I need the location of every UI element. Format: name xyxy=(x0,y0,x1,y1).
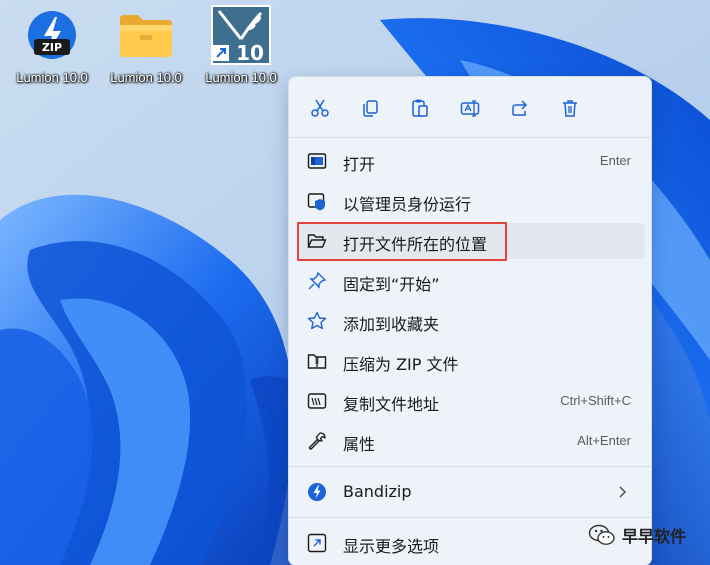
cut-button[interactable] xyxy=(305,93,335,123)
annotation-highlight-box xyxy=(297,222,507,261)
zip-archive-icon: ZIP xyxy=(22,4,82,66)
menu-item-shortcut: Ctrl+Shift+C xyxy=(560,393,631,408)
rename-icon xyxy=(460,100,480,117)
bandizip-icon xyxy=(308,483,326,501)
menu-item-shortcut: Enter xyxy=(599,153,631,168)
menu-item-label: 复制文件地址 xyxy=(343,395,440,414)
desktop-icon-folder[interactable]: Lumion 10.0 xyxy=(98,4,194,90)
rename-button[interactable] xyxy=(455,93,485,123)
wechat-icon xyxy=(588,524,615,545)
wrench-icon xyxy=(308,432,326,450)
open-app-icon xyxy=(307,153,327,169)
context-menu: 打开 Enter 以管理员身份运行 打开文件所在的位置 固定到“开始” 添加到收… xyxy=(288,76,652,565)
menu-item-label: 属性 xyxy=(343,435,376,454)
watermark-text: 早早软件 xyxy=(621,527,686,546)
zip-icon xyxy=(307,354,327,369)
menu-item-label: 显示更多选项 xyxy=(343,537,440,556)
copy-icon xyxy=(363,100,378,117)
menu-item-label: 压缩为 ZIP 文件 xyxy=(343,355,459,374)
paste-icon xyxy=(412,99,428,117)
menu-item-pin-to-start[interactable]: 固定到“开始” xyxy=(297,263,645,299)
desktop-icon-label: Lumion 10.0 xyxy=(205,70,277,85)
menu-divider xyxy=(289,517,651,518)
copy-path-icon xyxy=(307,393,327,409)
menu-item-copy-path[interactable]: 复制文件地址 Ctrl+Shift+C xyxy=(297,383,645,419)
menu-item-label: 添加到收藏夹 xyxy=(343,315,440,334)
menu-item-open[interactable]: 打开 Enter xyxy=(297,143,645,179)
watermark: 早早软件 xyxy=(588,523,686,547)
folder-icon xyxy=(116,4,176,66)
menu-divider xyxy=(289,466,651,467)
desktop-icon-label: Lumion 10.0 xyxy=(16,70,88,85)
menu-item-bandizip[interactable]: Bandizip xyxy=(297,474,645,510)
menu-item-add-to-favorites[interactable]: 添加到收藏夹 xyxy=(297,303,645,339)
share-button[interactable] xyxy=(505,93,535,123)
shield-icon xyxy=(307,193,325,211)
menu-item-shortcut: Alt+Enter xyxy=(577,433,631,448)
more-options-icon xyxy=(307,533,327,553)
pin-icon xyxy=(308,271,327,290)
menu-item-label: 以管理员身份运行 xyxy=(343,195,472,214)
cut-icon xyxy=(311,99,329,117)
share-icon xyxy=(512,100,528,116)
menu-item-label: Bandizip xyxy=(343,482,412,501)
menu-divider xyxy=(289,137,651,138)
paste-button[interactable] xyxy=(405,93,435,123)
lumion-shortcut-icon: 10 xyxy=(211,4,271,66)
svg-text:ZIP: ZIP xyxy=(42,41,62,54)
chevron-right-icon xyxy=(619,486,626,498)
menu-item-label: 打开 xyxy=(343,155,376,174)
desktop-icon-zip[interactable]: ZIP Lumion 10.0 xyxy=(4,4,100,90)
menu-item-label: 固定到“开始” xyxy=(343,275,440,294)
svg-text:10: 10 xyxy=(236,41,264,65)
delete-icon xyxy=(563,100,577,117)
desktop-icon-lumion[interactable]: 10 Lumion 10.0 xyxy=(193,4,289,90)
desktop-icon-label: Lumion 10.0 xyxy=(110,70,182,85)
menu-item-properties[interactable]: 属性 Alt+Enter xyxy=(297,423,645,459)
copy-button[interactable] xyxy=(355,93,385,123)
menu-item-run-as-admin[interactable]: 以管理员身份运行 xyxy=(297,183,645,219)
delete-button[interactable] xyxy=(555,93,585,123)
star-icon xyxy=(307,311,327,330)
context-toolbar xyxy=(289,77,651,137)
menu-item-compress-zip[interactable]: 压缩为 ZIP 文件 xyxy=(297,343,645,379)
